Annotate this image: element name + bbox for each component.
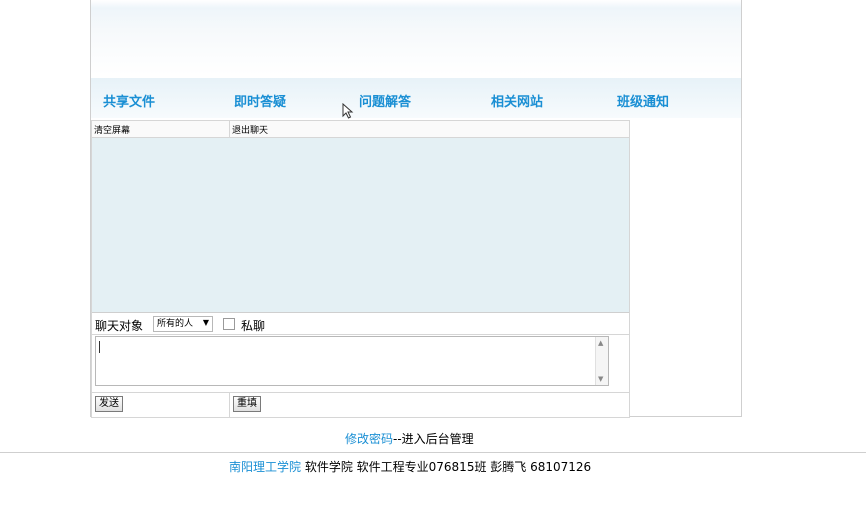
chat-messages-area[interactable] (92, 138, 629, 313)
buttons-divider (229, 393, 230, 418)
private-chat-label: 私聊 (241, 319, 266, 333)
recipient-selected-value: 所有的人 (157, 319, 194, 329)
recipient-select[interactable]: 所有的人 ▼ (153, 316, 213, 332)
scroll-down-icon[interactable]: ▼ (598, 375, 603, 383)
footer: 南阳理工学院 软件学院 软件工程专业076815班 彭腾飞 68107126 (229, 458, 591, 475)
scroll-up-icon[interactable]: ▲ (598, 339, 603, 347)
chevron-down-icon: ▼ (202, 318, 209, 327)
main-frame: 共享文件 即时答疑 问题解答 相关网站 班级通知 清空屏幕 退出聊天 聊天对象 … (90, 0, 742, 418)
chat-toolbar: 清空屏幕 退出聊天 (92, 121, 629, 138)
clear-screen-link[interactable]: 清空屏幕 (94, 123, 130, 136)
change-password-link[interactable]: 修改密码 (345, 432, 393, 446)
footer-school-link[interactable]: 南阳理工学院 (229, 460, 301, 474)
admin-suffix-text: --进入后台管理 (393, 432, 474, 446)
nav-bar: 共享文件 即时答疑 问题解答 相关网站 班级通知 (91, 78, 741, 118)
buttons-row: 发送 重填 (92, 392, 629, 418)
recipient-label: 聊天对象 (95, 319, 144, 333)
nav-instant-qa[interactable]: 即时答疑 (234, 91, 286, 110)
admin-row: 修改密码--进入后台管理 (345, 430, 474, 447)
footer-text: 软件学院 软件工程专业076815班 彭腾飞 68107126 (301, 460, 592, 474)
toolbar-divider (229, 121, 230, 137)
nav-question-answers[interactable]: 问题解答 (359, 91, 411, 110)
exit-chat-link[interactable]: 退出聊天 (232, 123, 268, 136)
reset-button[interactable]: 重填 (233, 396, 261, 412)
private-chat-checkbox[interactable] (223, 318, 235, 330)
message-scrollbar[interactable]: ▲ ▼ (595, 337, 608, 385)
recipient-row: 聊天对象 所有的人 ▼ 私聊 (92, 314, 629, 335)
text-caret (99, 341, 100, 353)
footer-divider (0, 452, 866, 453)
nav-related-sites[interactable]: 相关网站 (491, 91, 543, 110)
header-banner (91, 0, 741, 75)
message-input[interactable]: ▲ ▼ (95, 336, 609, 386)
chat-panel: 清空屏幕 退出聊天 聊天对象 所有的人 ▼ 私聊 ▲ ▼ 发送 重填 (91, 120, 630, 418)
send-button[interactable]: 发送 (95, 396, 123, 412)
mouse-pointer-icon (342, 103, 354, 119)
nav-class-notices[interactable]: 班级通知 (617, 91, 669, 110)
nav-shared-files[interactable]: 共享文件 (103, 91, 155, 110)
